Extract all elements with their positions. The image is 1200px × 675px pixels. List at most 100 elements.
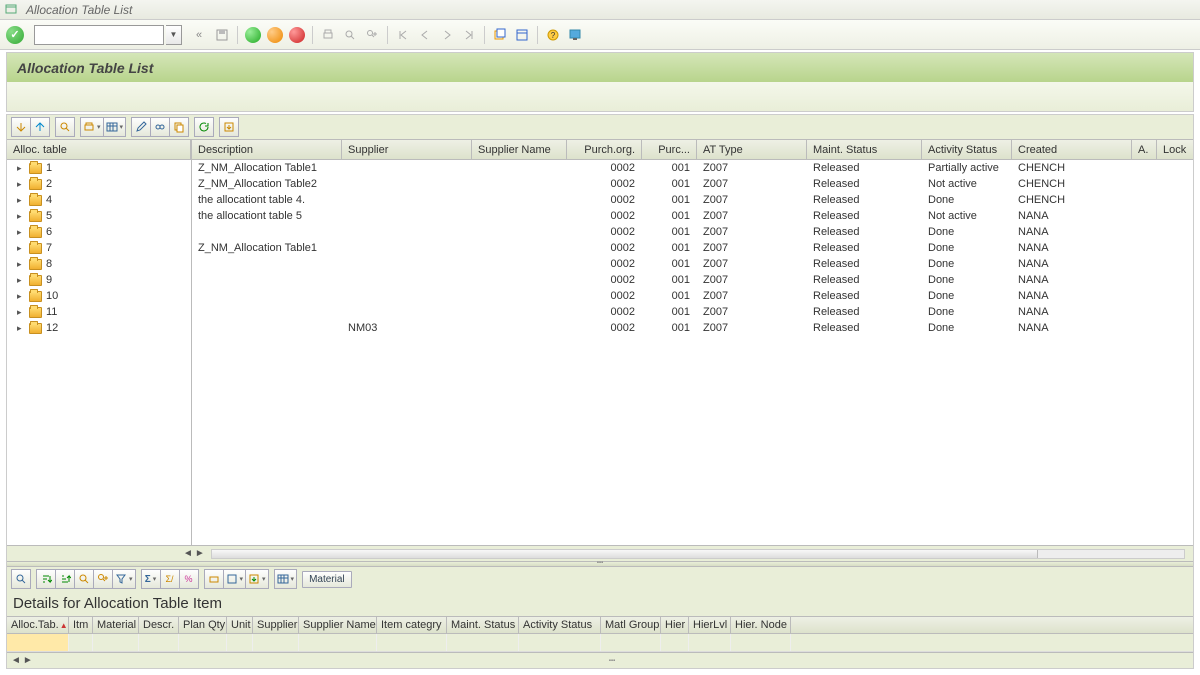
tree-node[interactable]: ▸12 — [7, 320, 191, 336]
details-col-header[interactable]: Alloc.Tab.▲ — [7, 617, 69, 633]
find-next-button2[interactable] — [93, 569, 113, 589]
last-page-icon[interactable] — [459, 25, 479, 45]
col-created[interactable]: Created — [1012, 140, 1132, 159]
expand-arrow-icon[interactable]: ▸ — [17, 291, 25, 302]
table-row[interactable]: Z_NM_Allocation Table20002001Z007Release… — [192, 176, 1193, 192]
expand-arrow-icon[interactable]: ▸ — [17, 323, 25, 334]
table-row[interactable]: 0002001Z007ReleasedDoneNANA — [192, 288, 1193, 304]
export-button[interactable] — [219, 117, 239, 137]
table-row[interactable]: Z_NM_Allocation Table10002001Z007Release… — [192, 160, 1193, 176]
help-icon[interactable]: ? — [543, 25, 563, 45]
expand-all-button[interactable] — [11, 117, 31, 137]
first-page-icon[interactable] — [393, 25, 413, 45]
command-dropdown[interactable]: ▼ — [166, 25, 182, 45]
col-maint-status[interactable]: Maint. Status — [807, 140, 922, 159]
table-row[interactable]: 0002001Z007ReleasedDoneNANA — [192, 256, 1193, 272]
col-description[interactable]: Description — [192, 140, 342, 159]
display-button[interactable] — [150, 117, 170, 137]
col-alloc-table[interactable]: Alloc. table — [7, 140, 191, 159]
tree-node[interactable]: ▸7 — [7, 240, 191, 256]
material-button[interactable]: Material — [302, 571, 352, 588]
det-scroll-left-icon[interactable]: ◄ — [11, 655, 21, 666]
tree-node[interactable]: ▸5 — [7, 208, 191, 224]
details-col-header[interactable]: Item categry — [377, 617, 447, 633]
find-next-icon[interactable] — [362, 25, 382, 45]
view-button[interactable]: ▾ — [223, 569, 247, 589]
details-button[interactable] — [11, 569, 31, 589]
tree-hscroll[interactable]: ◄ ► — [7, 545, 1193, 561]
details-col-header[interactable]: Supplier Name — [299, 617, 377, 633]
details-col-header[interactable]: Supplier — [253, 617, 299, 633]
sort-desc-button[interactable] — [55, 569, 75, 589]
find-icon[interactable] — [340, 25, 360, 45]
table-row[interactable]: 0002001Z007ReleasedDoneNANA — [192, 304, 1193, 320]
tree-node[interactable]: ▸1 — [7, 160, 191, 176]
scrollbar-track[interactable] — [211, 549, 1185, 559]
table-row[interactable]: 0002001Z007ReleasedDoneNANA — [192, 224, 1193, 240]
expand-arrow-icon[interactable]: ▸ — [17, 195, 25, 206]
refresh-button[interactable] — [194, 117, 214, 137]
sort-asc-button[interactable] — [36, 569, 56, 589]
col-activity-status[interactable]: Activity Status — [922, 140, 1012, 159]
expand-arrow-icon[interactable]: ▸ — [17, 243, 25, 254]
details-hscroll[interactable]: ◄ ► ▪▪▪ — [7, 652, 1193, 668]
scrollbar-thumb[interactable] — [212, 550, 1038, 558]
details-col-header[interactable]: HierLvl — [689, 617, 731, 633]
details-col-header[interactable]: Descr. — [139, 617, 179, 633]
col-a[interactable]: A. — [1132, 140, 1157, 159]
tree-node[interactable]: ▸2 — [7, 176, 191, 192]
expand-arrow-icon[interactable]: ▸ — [17, 179, 25, 190]
col-purch-org[interactable]: Purch.org. — [567, 140, 642, 159]
details-col-header[interactable]: Unit — [227, 617, 253, 633]
menu-dropdown-icon[interactable] — [4, 3, 18, 17]
percent-button[interactable]: % — [179, 569, 199, 589]
col-lock[interactable]: Lock — [1157, 140, 1193, 159]
shortcut-icon[interactable] — [512, 25, 532, 45]
layout-icon[interactable] — [565, 25, 585, 45]
exit-icon[interactable] — [265, 25, 285, 45]
details-col-header[interactable]: Material — [93, 617, 139, 633]
details-col-header[interactable]: Activity Status — [519, 617, 601, 633]
copy-button[interactable] — [169, 117, 189, 137]
cancel-icon[interactable] — [287, 25, 307, 45]
expand-arrow-icon[interactable]: ▸ — [17, 307, 25, 318]
layout-button2[interactable]: ▾ — [274, 569, 298, 589]
table-row[interactable]: NM030002001Z007ReleasedDoneNANA — [192, 320, 1193, 336]
tree-node[interactable]: ▸8 — [7, 256, 191, 272]
tree-node[interactable]: ▸10 — [7, 288, 191, 304]
find-button[interactable] — [55, 117, 75, 137]
table-row[interactable]: Z_NM_Allocation Table10002001Z007Release… — [192, 240, 1193, 256]
table-row[interactable]: the allocationt table 50002001Z007Releas… — [192, 208, 1193, 224]
collapse-icon[interactable]: « — [196, 29, 202, 41]
command-field[interactable] — [34, 25, 164, 45]
scroll-left-icon[interactable]: ◄ — [183, 548, 193, 559]
back-icon[interactable] — [243, 25, 263, 45]
collapse-all-button[interactable] — [30, 117, 50, 137]
filter-button[interactable]: ▾ — [112, 569, 136, 589]
tree-node[interactable]: ▸9 — [7, 272, 191, 288]
col-at-type[interactable]: AT Type — [697, 140, 807, 159]
expand-arrow-icon[interactable]: ▸ — [17, 259, 25, 270]
layout-button[interactable]: ▾ — [103, 117, 127, 137]
subtotal-button[interactable]: Σ/ — [160, 569, 180, 589]
col-purch-grp[interactable]: Purc... — [642, 140, 697, 159]
table-row[interactable]: 0002001Z007ReleasedDoneNANA — [192, 272, 1193, 288]
print-button[interactable]: ▾ — [80, 117, 104, 137]
details-col-header[interactable]: Hier. Node — [731, 617, 791, 633]
expand-arrow-icon[interactable]: ▸ — [17, 163, 25, 174]
details-col-header[interactable]: Plan Qty — [179, 617, 227, 633]
expand-arrow-icon[interactable]: ▸ — [17, 275, 25, 286]
table-row[interactable]: the allocationt table 4.0002001Z007Relea… — [192, 192, 1193, 208]
prev-page-icon[interactable] — [415, 25, 435, 45]
next-page-icon[interactable] — [437, 25, 457, 45]
tree-node[interactable]: ▸6 — [7, 224, 191, 240]
col-supplier[interactable]: Supplier — [342, 140, 472, 159]
print-icon[interactable] — [318, 25, 338, 45]
det-scroll-right-icon[interactable]: ► — [23, 655, 33, 666]
expand-arrow-icon[interactable]: ▸ — [17, 227, 25, 238]
details-col-header[interactable]: Itm — [69, 617, 93, 633]
details-col-header[interactable]: Matl Group — [601, 617, 661, 633]
col-supplier-name[interactable]: Supplier Name — [472, 140, 567, 159]
details-col-header[interactable]: Maint. Status — [447, 617, 519, 633]
tree-node[interactable]: ▸11 — [7, 304, 191, 320]
